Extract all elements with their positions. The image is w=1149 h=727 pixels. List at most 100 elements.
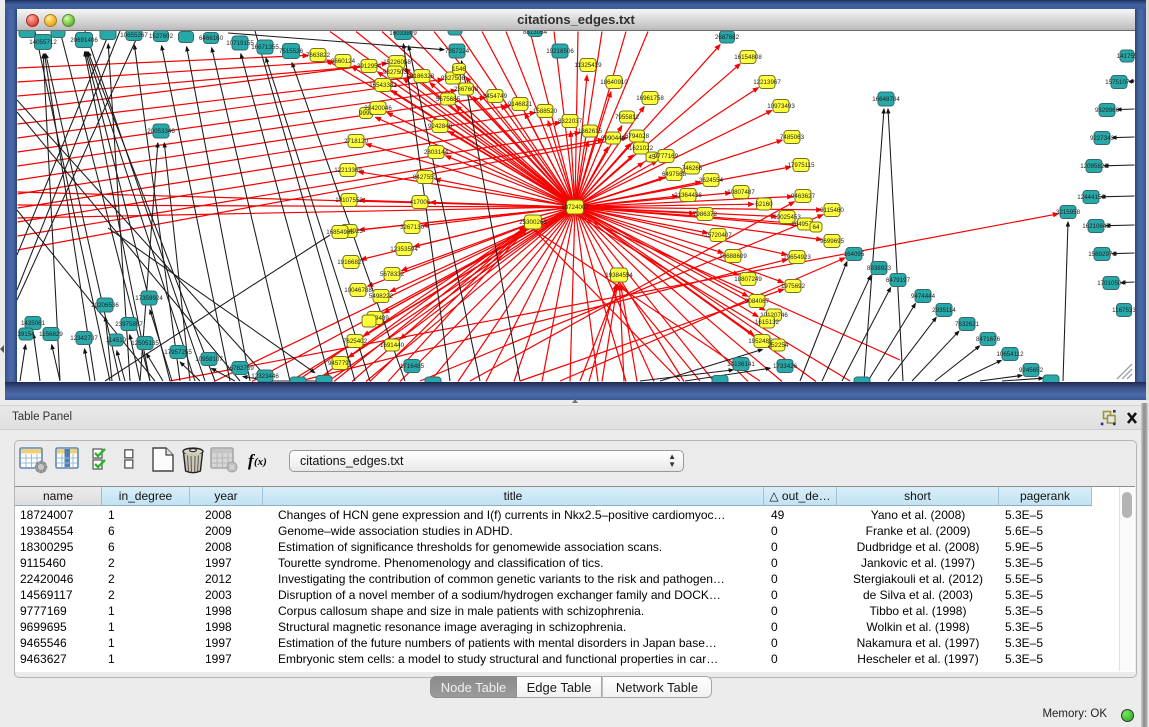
svg-text:16854988: 16854988: [326, 229, 354, 236]
svg-text:12505135: 12505135: [131, 340, 159, 347]
svg-text:6497568: 6497568: [662, 171, 687, 178]
svg-text:2718120: 2718120: [344, 138, 369, 145]
svg-text:19384554: 19384554: [605, 272, 633, 279]
svg-text:7357224: 7357224: [445, 48, 470, 55]
svg-text:12323446: 12323446: [251, 373, 279, 380]
svg-text:2935114: 2935114: [932, 307, 956, 314]
svg-text:18724007: 18724007: [561, 204, 589, 211]
svg-text:18640910: 18640910: [600, 79, 628, 86]
svg-text:7485063: 7485063: [780, 134, 805, 141]
svg-text:16154808: 16154808: [734, 54, 762, 61]
svg-text:10107552: 10107552: [335, 197, 363, 204]
svg-text:114519: 114519: [106, 337, 127, 344]
svg-text:10719155: 10719155: [226, 40, 254, 47]
svg-text:12342737: 12342737: [70, 335, 98, 342]
svg-text:5498222: 5498222: [369, 293, 394, 300]
svg-text:6794028: 6794028: [625, 133, 650, 140]
svg-text:417006: 417006: [410, 199, 431, 206]
svg-text:1691440: 1691440: [380, 342, 405, 349]
svg-text:25300263: 25300263: [519, 219, 547, 226]
svg-text:746266: 746266: [682, 165, 703, 172]
svg-text:1615132: 1615132: [755, 319, 780, 326]
svg-text:9457791: 9457791: [328, 360, 353, 367]
svg-text:17359924: 17359924: [135, 295, 163, 302]
svg-text:16671355: 16671355: [251, 44, 279, 51]
svg-text:17010504: 17010504: [1097, 280, 1125, 287]
svg-text:22420046: 22420046: [364, 105, 392, 112]
svg-text:15226058: 15226058: [383, 59, 411, 66]
svg-text:9699695: 9699695: [820, 238, 845, 245]
svg-text:7515526: 7515526: [279, 48, 304, 55]
svg-text:16210645: 16210645: [1082, 223, 1110, 230]
svg-text:11325419: 11325419: [574, 62, 602, 69]
svg-text:9146821: 9146821: [508, 101, 533, 108]
svg-text:15692971: 15692971: [1088, 251, 1116, 258]
svg-text:1527602: 1527602: [149, 33, 174, 40]
svg-text:9242848: 9242848: [428, 123, 453, 130]
svg-text:15720407: 15720407: [704, 232, 732, 239]
svg-text:15751074: 15751074: [1105, 79, 1133, 86]
svg-text:17957255: 17957255: [164, 349, 192, 356]
svg-text:8938923: 8938923: [867, 265, 892, 272]
svg-text:(x): (x): [254, 456, 267, 468]
svg-text:8660124: 8660124: [331, 58, 356, 65]
svg-text:1588520: 1588520: [533, 108, 558, 115]
svg-text:8471676: 8471676: [976, 336, 1001, 343]
svg-text:8186328: 8186328: [410, 73, 435, 80]
svg-text:1435061: 1435061: [21, 320, 46, 327]
svg-text:9329966: 9329966: [1095, 107, 1120, 114]
svg-text:16648784: 16648784: [872, 96, 900, 103]
svg-text:6479197: 6479197: [886, 277, 911, 284]
svg-text:16961758: 16961758: [636, 95, 664, 102]
svg-text:9474444: 9474444: [911, 293, 936, 300]
svg-text:252254: 252254: [768, 342, 789, 349]
svg-text:3912954: 3912954: [357, 63, 382, 70]
svg-text:7632621: 7632621: [955, 321, 980, 328]
svg-text:1362615: 1362615: [578, 128, 603, 135]
svg-text:8454749: 8454749: [483, 93, 508, 100]
svg-text:16543382: 16543382: [369, 82, 397, 89]
svg-text:8427552: 8427552: [413, 174, 438, 181]
svg-text:141755: 141755: [1117, 53, 1135, 60]
svg-text:3624554: 3624554: [699, 177, 724, 184]
svg-text:8990448: 8990448: [601, 135, 626, 142]
svg-text:20691406: 20691406: [70, 37, 98, 44]
svg-text:2367608: 2367608: [454, 86, 479, 93]
svg-text:1167533: 1167533: [1112, 307, 1135, 314]
svg-text:3267130: 3267130: [400, 224, 425, 231]
svg-text:64: 64: [813, 224, 820, 231]
svg-text:6466160: 6466160: [199, 35, 224, 42]
svg-text:16782759: 16782759: [226, 365, 254, 372]
svg-text:10654112: 10654112: [996, 351, 1024, 358]
svg-text:7986372: 7986372: [693, 211, 718, 218]
svg-text:1716485: 1716485: [400, 363, 425, 370]
svg-text:21364436: 21364436: [674, 192, 702, 199]
svg-text:9084067: 9084067: [745, 298, 770, 305]
svg-text:19218506: 19218506: [546, 48, 574, 55]
svg-text:1621022: 1621022: [629, 145, 654, 152]
svg-text:20206536: 20206536: [91, 302, 119, 309]
svg-text:9463627: 9463627: [791, 193, 816, 200]
svg-text:7663822: 7663822: [306, 52, 331, 59]
svg-text:17975115: 17975115: [787, 162, 815, 169]
svg-text:7625402: 7625402: [343, 338, 368, 345]
svg-text:1546: 1546: [452, 66, 466, 73]
svg-text:10046788: 10046788: [344, 287, 372, 294]
svg-text:9327508: 9327508: [441, 75, 466, 82]
svg-text:16033809: 16033809: [389, 31, 417, 37]
svg-text:10655267: 10655267: [120, 32, 148, 39]
svg-text:20053346: 20053346: [147, 128, 175, 135]
svg-text:9327503: 9327503: [383, 69, 408, 76]
svg-text:12095822: 12095822: [1080, 163, 1108, 170]
svg-text:12353594: 12353594: [390, 246, 418, 253]
svg-text:9115460: 9115460: [820, 207, 844, 214]
svg-text:1733426: 1733426: [773, 363, 798, 370]
svg-text:2803144: 2803144: [424, 149, 449, 156]
svg-text:5678332: 5678332: [380, 271, 405, 278]
svg-text:2687682: 2687682: [715, 34, 740, 41]
svg-text:18807249: 18807249: [734, 276, 762, 283]
svg-text:19654923: 19654923: [783, 254, 811, 261]
svg-text:164095: 164095: [844, 251, 865, 258]
svg-text:10688609: 10688609: [719, 253, 747, 260]
svg-text:5675685: 5675685: [436, 96, 461, 103]
